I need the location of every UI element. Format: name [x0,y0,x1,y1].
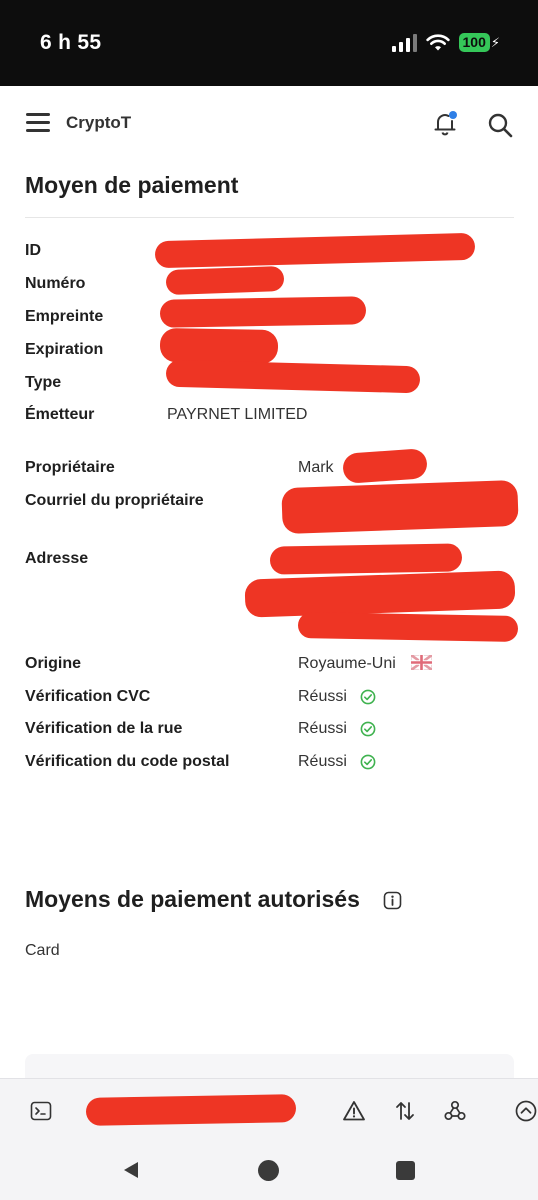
battery-level: 100 [458,33,490,52]
success-check-icon [360,754,376,770]
fingerprint-label: Empreinte [25,308,104,325]
sort-arrows-icon[interactable] [393,1099,417,1123]
bottom-toolbar [0,1078,538,1143]
redacted-address-line-2 [244,570,516,618]
redacted-id [154,232,476,269]
type-label: Type [25,374,62,391]
redacted-owner-last-name [342,448,428,484]
redacted-expiration [159,327,279,365]
number-label: Numéro [25,275,86,292]
owner-first-name: Mark [298,459,334,476]
authorized-methods-value: Card [25,942,60,959]
warning-icon[interactable] [342,1099,366,1123]
chevron-up-circle-icon[interactable] [514,1099,538,1123]
success-check-icon [360,721,376,737]
webhook-icon[interactable] [443,1099,467,1123]
system-nav-bar [0,1142,538,1200]
app-header: CryptoT [0,86,538,162]
notification-bell-icon[interactable] [431,110,459,138]
payment-method-title: Moyen de paiement [25,172,239,198]
authorized-methods-title: Moyens de paiement autorisés [25,886,360,912]
issuer-label: Émetteur [25,406,95,423]
info-icon[interactable] [383,891,402,910]
postal-check-label: Vérification du code postal [25,753,230,770]
street-check-label: Vérification de la rue [25,720,183,737]
menu-icon[interactable] [26,113,50,133]
owner-email-label: Courriel du propriétaire [25,492,204,509]
search-icon[interactable] [487,112,513,138]
status-icons: 100 ⚡ [391,33,500,52]
origin-label: Origine [25,655,82,672]
terminal-icon[interactable] [29,1099,53,1123]
home-icon[interactable] [258,1160,279,1181]
redacted-number [165,265,285,296]
address-label: Adresse [25,550,89,567]
redacted-url [85,1094,297,1126]
recents-icon[interactable] [396,1161,415,1180]
cvc-check-label: Vérification CVC [25,688,151,705]
redacted-address-line-3 [297,612,519,642]
charging-bolt-icon: ⚡ [490,34,500,50]
divider [25,217,514,218]
back-icon[interactable] [120,1159,142,1181]
postal-check-value: Réussi [298,753,347,770]
wifi-icon [425,33,450,50]
id-label: ID [25,242,41,259]
status-bar: 6 h 55 100 ⚡ [0,0,538,86]
cvc-check-value: Réussi [298,688,347,705]
cell-signal-icon [391,33,417,52]
redacted-address-line-1 [269,543,463,575]
redacted-fingerprint [159,296,367,328]
redacted-owner-email [281,479,519,535]
expiration-label: Expiration [25,341,104,358]
redacted-type [165,359,421,394]
success-check-icon [360,689,376,705]
battery-icon: 100 ⚡ [458,33,500,52]
owner-label: Propriétaire [25,459,115,476]
status-time: 6 h 55 [40,31,102,54]
app-title: CryptoT [66,113,132,132]
issuer-value: PAYRNET LIMITED [167,406,308,423]
origin-value: Royaume-Uni [298,655,396,672]
street-check-value: Réussi [298,720,347,737]
uk-flag-icon [411,655,432,670]
